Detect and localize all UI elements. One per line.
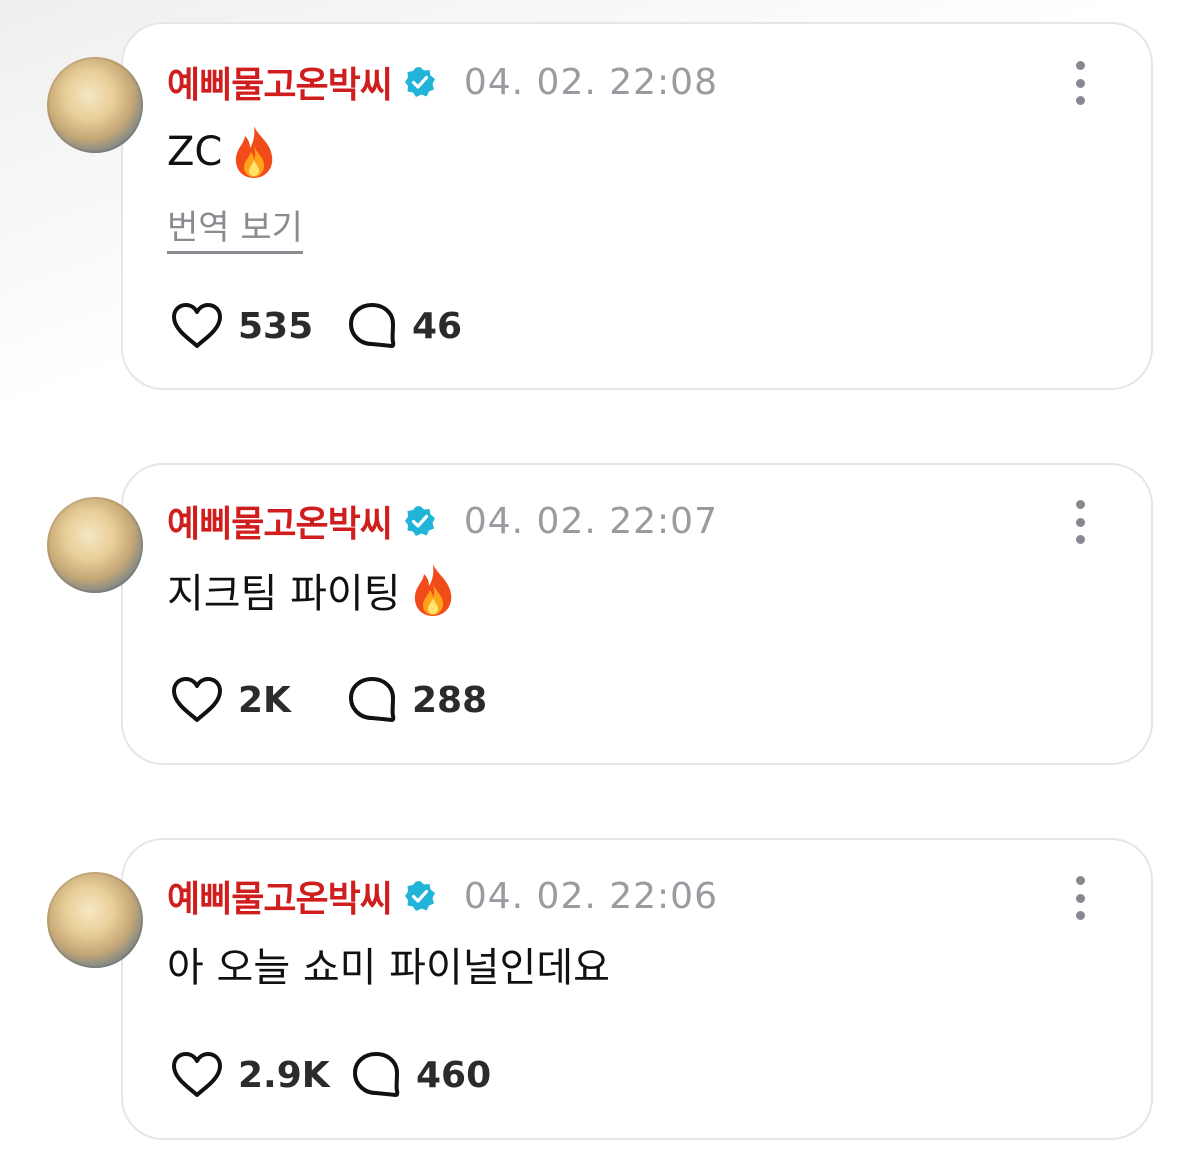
heart-icon — [172, 1052, 222, 1097]
username[interactable]: 예삐물고온박씨 — [167, 56, 393, 108]
post-header: 예삐물고온박씨 04. 02. 22:08 — [167, 56, 718, 108]
username[interactable]: 예삐물고온박씨 — [167, 870, 393, 922]
comment-count: 288 — [412, 679, 488, 721]
timestamp: 04. 02. 22:06 — [463, 875, 718, 917]
post-text: 아 오늘 쇼미 파이널인데요 — [167, 945, 610, 991]
comment-count: 46 — [412, 305, 463, 347]
comment-action[interactable]: 46 — [348, 302, 462, 350]
comment-bubble-icon — [353, 1052, 400, 1097]
translate-link[interactable]: 번역 보기 — [167, 200, 303, 254]
more-vertical-icon[interactable] — [1066, 500, 1094, 544]
like-action[interactable]: 2.9K — [170, 1051, 330, 1099]
like-count: 2K — [238, 679, 291, 721]
post-content: 지크팀 파이팅 — [167, 560, 457, 620]
username[interactable]: 예삐물고온박씨 — [167, 495, 393, 547]
heart-icon — [172, 303, 222, 348]
more-vertical-icon[interactable] — [1066, 876, 1094, 920]
comment-action[interactable]: 460 — [352, 1051, 491, 1099]
verified-badge-icon — [404, 505, 436, 537]
comment-bubble-icon — [349, 303, 396, 348]
fire-emoji — [414, 564, 451, 616]
verified-badge-icon — [404, 66, 436, 98]
comment-bubble-icon — [349, 677, 396, 722]
heart-icon — [172, 677, 222, 722]
timestamp: 04. 02. 22:08 — [463, 61, 718, 103]
avatar[interactable] — [47, 57, 143, 153]
verified-badge-icon — [404, 880, 436, 912]
like-count: 535 — [238, 305, 314, 347]
fire-emoji — [236, 126, 273, 178]
post-content: 아 오늘 쇼미 파이널인데요 — [167, 934, 610, 994]
post-content: ZC — [167, 122, 278, 182]
more-vertical-icon[interactable] — [1066, 61, 1094, 105]
like-action[interactable]: 2K — [170, 676, 291, 724]
timestamp: 04. 02. 22:07 — [463, 500, 718, 542]
post-text: ZC — [167, 129, 223, 175]
avatar[interactable] — [47, 872, 143, 968]
post-header: 예삐물고온박씨 04. 02. 22:07 — [167, 495, 718, 547]
comment-count: 460 — [416, 1054, 492, 1096]
like-action[interactable]: 535 — [170, 302, 313, 350]
post-text: 지크팀 파이팅 — [167, 571, 401, 617]
post-header: 예삐물고온박씨 04. 02. 22:06 — [167, 870, 718, 922]
like-count: 2.9K — [238, 1054, 330, 1096]
avatar[interactable] — [47, 497, 143, 593]
comment-action[interactable]: 288 — [348, 676, 487, 724]
